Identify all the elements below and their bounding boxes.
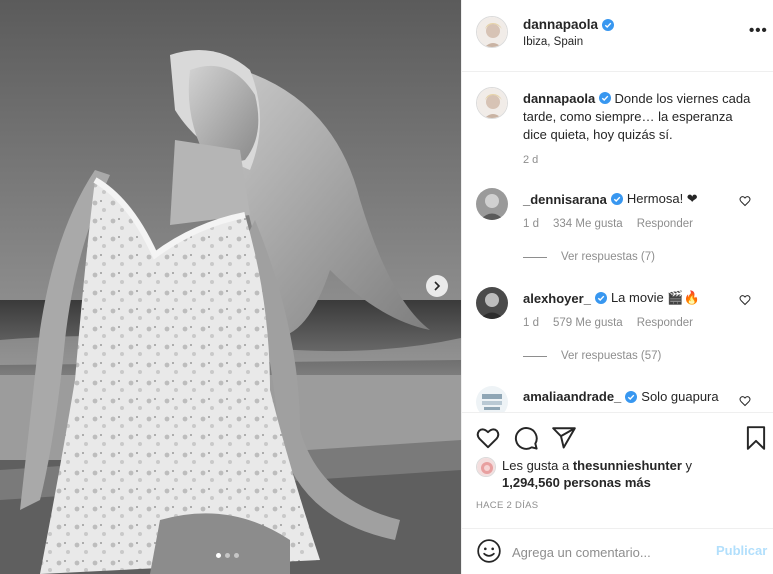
view-replies-label: Ver respuestas (7) [561,251,655,263]
avatar-image [477,17,507,47]
comment-text: Solo guapura [641,389,719,404]
avatar[interactable] [476,87,508,119]
comment-meta: 1 d 579 Me gusta Responder [523,317,693,329]
comment-text: Hermosa! ❤ [626,191,698,206]
post-actions: Les gusta a thesunnieshunter y 1,294,560… [462,412,773,528]
avatar-image [476,287,508,319]
likes-user[interactable]: thesunnieshunter [573,458,682,473]
comment-like-icon[interactable] [739,395,751,407]
view-replies-label: Ver respuestas (57) [561,350,662,362]
add-comment-bar: Publicar [462,528,773,574]
reply-button[interactable]: Responder [637,218,693,230]
post-panel: dannapaola Ibiza, Spain ••• dannapaola D… [461,0,773,574]
author-username[interactable]: dannapaola [523,17,598,32]
replies-divider [523,256,547,258]
likes-count[interactable]: 1,294,560 personas más [502,475,651,490]
comment-username[interactable]: _dennisarana [523,192,607,207]
reply-button[interactable]: Responder [637,317,693,329]
comment-likes[interactable]: 579 Me gusta [553,317,623,329]
verified-badge-icon [610,193,623,205]
comment-username[interactable]: amaliaandrade_ [523,389,621,404]
comment-time[interactable]: 1 d [523,317,539,329]
comment-input[interactable] [512,541,702,563]
likes-text: Les gusta a thesunnieshunter y 1,294,560… [502,457,692,491]
verified-badge-icon [598,92,611,104]
comment-meta: 1 d 334 Me gusta Responder [523,218,693,230]
avatar[interactable] [476,386,508,412]
caption-username[interactable]: dannapaola [523,91,595,106]
likes-joiner: y [685,458,693,473]
comment-likes[interactable]: 334 Me gusta [553,218,623,230]
comment-body: amaliaandrade_ Solo guapura [523,389,719,404]
post-location[interactable]: Ibiza, Spain [523,36,583,48]
avatar-image [476,386,508,412]
caption-timestamp[interactable]: 2 d [523,154,538,166]
comment-icon[interactable] [513,425,539,451]
view-replies-button[interactable]: Ver respuestas (7) [523,251,655,263]
view-replies-button[interactable]: Ver respuestas (57) [523,350,661,362]
carousel-dot [216,553,221,558]
post-photo[interactable] [0,0,461,574]
carousel-dot [234,553,239,558]
photo-image [0,0,461,574]
likes-prefix: Les gusta a [502,458,570,473]
comment: alexhoyer_ La movie 🎬🔥 1 d 579 Me gusta … [462,287,773,377]
comment: amaliaandrade_ Solo guapura [462,386,773,412]
avatar[interactable] [476,457,496,477]
chevron-right-icon [434,281,441,291]
post-caption: dannapaola Donde los viernes cada tarde,… [523,90,755,144]
comment-like-icon[interactable] [739,195,751,207]
post-timestamp[interactable]: HACE 2 DÍAS [476,500,538,511]
avatar-image [476,188,508,220]
comment: _dennisarana Hermosa! ❤ 1 d 334 Me gusta… [462,188,773,278]
post-author: dannapaola [523,17,615,32]
likes-summary: Les gusta a thesunnieshunter y 1,294,560… [476,457,766,491]
emoji-icon[interactable] [476,538,502,564]
avatar-image [477,88,507,118]
post-header: dannapaola Ibiza, Spain ••• [462,0,773,72]
heart-icon[interactable] [475,425,501,451]
verified-badge-icon [594,292,607,304]
comment-username[interactable]: alexhoyer_ [523,291,591,306]
comment-body: _dennisarana Hermosa! ❤ [523,191,698,207]
carousel-indicator [216,553,239,558]
comments-section[interactable]: dannapaola Donde los viernes cada tarde,… [462,72,773,412]
bookmark-icon[interactable] [743,425,769,451]
share-icon[interactable] [551,425,577,451]
verified-badge-icon [602,18,615,31]
comment-body: alexhoyer_ La movie 🎬🔥 [523,290,700,306]
more-options-icon[interactable]: ••• [749,22,768,39]
avatar[interactable] [476,188,508,220]
publish-button[interactable]: Publicar [716,543,767,558]
carousel-dot [225,553,230,558]
next-slide-button[interactable] [426,275,448,297]
comment-like-icon[interactable] [739,294,751,306]
avatar[interactable] [476,287,508,319]
replies-divider [523,355,547,357]
comment-text: La movie 🎬🔥 [610,290,700,305]
avatar[interactable] [476,16,508,48]
comment-time[interactable]: 1 d [523,218,539,230]
verified-badge-icon [625,390,638,403]
avatar-image [477,458,495,476]
